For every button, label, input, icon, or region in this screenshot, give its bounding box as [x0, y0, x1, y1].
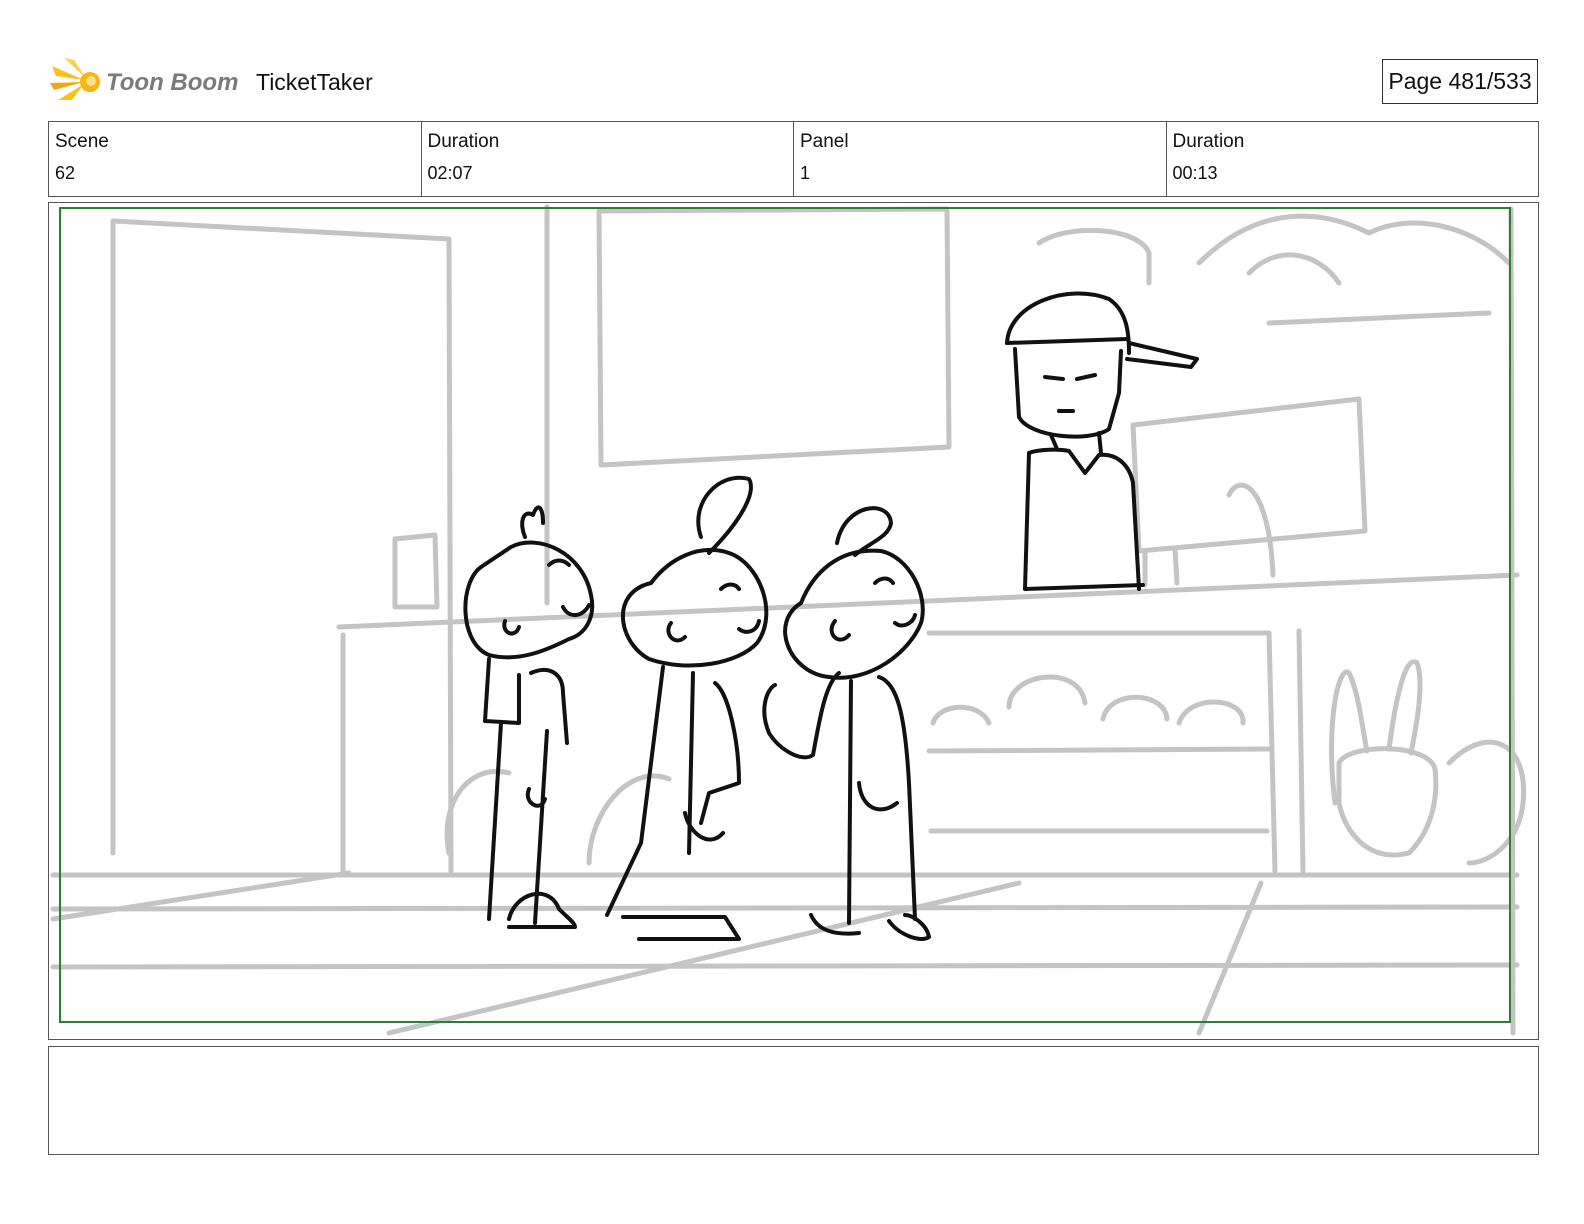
panel-duration-label: Duration — [1172, 131, 1245, 152]
panel-value: 1 — [800, 163, 811, 183]
panel-cell: Panel 1 — [794, 122, 1167, 196]
svg-text:Toon Boom: Toon Boom — [106, 69, 238, 96]
scene-value: 62 — [55, 163, 76, 183]
starburst-icon — [50, 58, 100, 100]
toon-boom-logo: Toon Boom — [50, 56, 240, 110]
character-sketch — [463, 291, 1199, 941]
panel-duration-cell: Duration 00:13 — [1167, 122, 1539, 196]
scene-duration-cell: Duration 02:07 — [422, 122, 794, 196]
safe-frame — [59, 207, 1511, 1023]
scene-label: Scene — [55, 131, 109, 152]
panel-label: Panel — [800, 131, 849, 152]
scene-info-table: Scene 62 Duration 02:07 Panel 1 Duration… — [48, 121, 1539, 197]
scene-duration-value: 02:07 — [427, 163, 473, 183]
scene-duration-label: Duration — [427, 131, 500, 152]
panel-duration-value: 00:13 — [1172, 163, 1218, 183]
storyboard-panel — [48, 202, 1539, 1040]
scene-cell: Scene 62 — [49, 122, 422, 196]
panel-notes-box — [48, 1046, 1539, 1155]
page-indicator: Page 481/533 — [1382, 59, 1538, 104]
project-title: TicketTaker — [256, 69, 373, 95]
panel-sketch — [50, 204, 1527, 1036]
